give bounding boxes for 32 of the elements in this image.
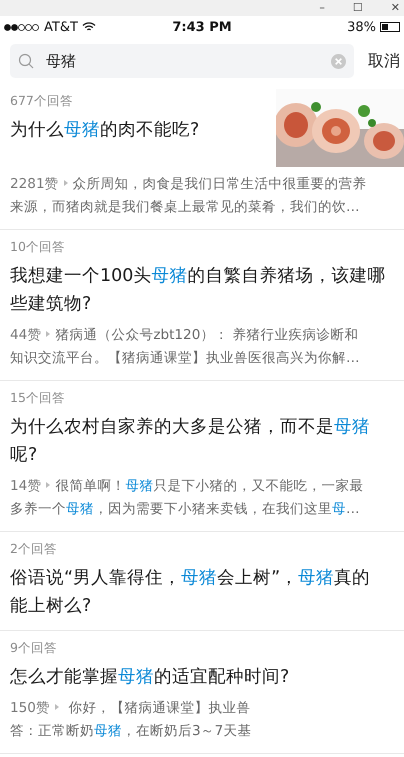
answer-count: 15个回答: [10, 390, 66, 407]
search-field[interactable]: 母猪: [44, 51, 321, 71]
triangle-icon: [44, 329, 52, 339]
carrier: AT&T: [44, 20, 78, 34]
triangle-icon: [52, 702, 61, 712]
answer-count: 677个回答: [10, 93, 74, 110]
question-title[interactable]: 我想建一个100头母猪的自繁自养猪场，该建哪 些建筑物?: [10, 262, 394, 318]
clock: 7:43 PM: [172, 20, 232, 34]
signal-icon: [4, 24, 40, 30]
question-title[interactable]: 俗语说“男人靠得住，母猪会上树”，母猪真的 能上树么?: [10, 564, 394, 620]
battery-icon: [380, 22, 400, 32]
clear-icon[interactable]: [331, 54, 346, 68]
wifi-icon: [82, 22, 96, 32]
window-control[interactable]: –: [319, 0, 325, 16]
answer-count: 2个回答: [10, 541, 58, 558]
question-title[interactable]: 为什么母猪的肉不能吃?: [10, 116, 268, 144]
search-bar[interactable]: 母猪: [10, 44, 354, 78]
window-control[interactable]: ☐: [352, 0, 363, 16]
battery-percent: 38%: [347, 20, 376, 34]
answer-excerpt[interactable]: 2281赞 众所周知，肉食是我们日常生活中很重要的营养 来源，而猪肉就是我们餐桌上最常见的菜肴，我们的饮…: [10, 173, 394, 219]
triangle-icon: [44, 480, 52, 490]
question-title[interactable]: 为什么农村自家养的大多是公猪，而不是母猪 呢?: [10, 413, 394, 469]
window-control[interactable]: ✕: [390, 0, 400, 16]
triangle-icon: [62, 178, 70, 188]
answer-excerpt[interactable]: 150赞 你好，【猪病通课堂】执业兽 答：正常断奶母猪，在断奶后3～7天基: [10, 697, 394, 743]
answer-count: 10个回答: [10, 239, 66, 256]
answer-count: 9个回答: [10, 640, 58, 657]
answer-excerpt[interactable]: 44赞 猪病通（公众号zbt120）： 养猪行业疾病诊断和 知识交流平台。【猪病通课堂】执业兽医很高兴为你解…: [10, 324, 394, 370]
cancel-button[interactable]: 取消: [368, 50, 404, 72]
search-icon: [18, 53, 34, 69]
question-title[interactable]: 怎么才能掌握母猪的适宜配种时间?: [10, 663, 394, 691]
answer-excerpt[interactable]: 14赞 很简单啊！母猪只是下小猪的，又不能吃，一家最 多养一个母猪，因为需要下小猪来卖钱，在我们这里母…: [10, 475, 394, 521]
